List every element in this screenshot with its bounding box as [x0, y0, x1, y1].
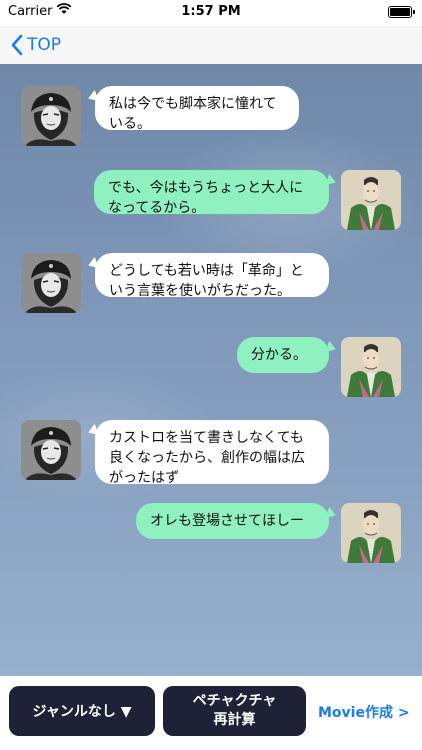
samurai-lord-avatar[interactable] [341, 170, 401, 230]
chat-bubble: どうしても若い時は「革命」という言葉を使いがちだった。 [95, 253, 329, 299]
genre-select-button[interactable]: ジャンルなし ▼ [9, 686, 155, 736]
message-text: どうしても若い時は「革命」という言葉を使いがちだった。 [109, 263, 304, 299]
status-time: 1:57 PM [181, 4, 241, 19]
samurai-lord-avatar[interactable] [341, 503, 401, 563]
bottom-toolbar: ジャンルなし ▼ ペチャクチャ 再計算 Movie作成 > [0, 676, 422, 750]
chat-bubble: 分かる。 [237, 337, 329, 373]
genre-select-label: ジャンルなし ▼ [32, 704, 132, 720]
recalculate-button[interactable]: ペチャクチャ 再計算 [163, 686, 306, 736]
che-guevara-avatar[interactable] [21, 253, 81, 313]
chat-area[interactable]: 私は今でも脚本家に憧れている。 でも、今はもうちょっと大人になってるから。 どう… [0, 64, 422, 676]
battery-icon [388, 6, 415, 18]
message-text: 私は今でも脚本家に憧れている。 [109, 96, 277, 132]
message-text: 分かる。 [251, 347, 307, 363]
message-text: オレも登場させてほしー [150, 513, 304, 529]
che-guevara-avatar[interactable] [21, 420, 81, 480]
create-movie-label: Movie作成 > [318, 705, 410, 721]
recalculate-label-line1: ペチャクチャ [192, 693, 277, 709]
che-guevara-avatar[interactable] [21, 86, 81, 146]
status-bar: Carrier 1:57 PM [0, 0, 422, 26]
chat-bubble: でも、今はもうちょっと大人になってるから。 [94, 170, 329, 216]
create-movie-button[interactable]: Movie作成 > [318, 702, 410, 722]
message-text: カストロを当て書きしなくても良くなったから、創作の幅は広がったはず [109, 430, 305, 486]
message-text: でも、今はもうちょっと大人になってるから。 [108, 180, 304, 216]
back-button[interactable]: TOP [10, 31, 61, 59]
chat-bubble: 私は今でも脚本家に憧れている。 [95, 86, 299, 132]
back-button-label: TOP [27, 35, 62, 55]
chevron-left-icon [11, 34, 23, 56]
chat-bubble: オレも登場させてほしー [136, 503, 329, 539]
samurai-lord-avatar[interactable] [341, 337, 401, 397]
navigation-bar: TOP [0, 26, 422, 64]
chat-bubble: カストロを当て書きしなくても良くなったから、創作の幅は広がったはず [95, 420, 329, 486]
recalculate-label-line2: 再計算 [213, 712, 256, 728]
